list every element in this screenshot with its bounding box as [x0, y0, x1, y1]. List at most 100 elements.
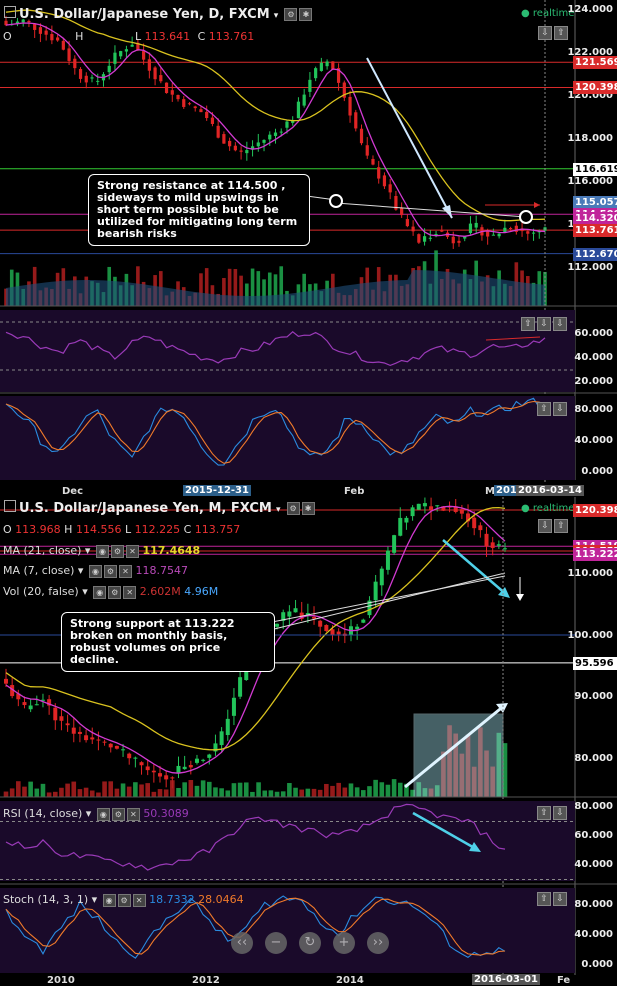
candle-body	[133, 757, 138, 759]
ohlc-high-label: H	[64, 523, 73, 536]
volume-bar	[379, 782, 385, 797]
candle-body	[114, 745, 119, 749]
settings-icon[interactable]: ⚙	[103, 564, 117, 578]
settings-icon[interactable]: ⚙	[111, 807, 125, 821]
candle-body	[287, 611, 292, 617]
candle-body	[285, 121, 289, 128]
chevron-down-icon[interactable]: ▾	[85, 544, 91, 557]
candle-body	[308, 79, 312, 92]
candle-body	[124, 49, 129, 52]
ohlc-close-value: 113.761	[208, 30, 255, 43]
volume-ma-value: 4.96M	[184, 585, 219, 598]
volume-bar	[170, 780, 175, 797]
chevron-down-icon[interactable]: ▾	[276, 505, 281, 515]
candle-body	[96, 80, 100, 82]
volume-highlight-box	[413, 713, 504, 798]
candle-body	[379, 568, 384, 586]
daily-chart-header: U.S. Dollar/Japanese Yen, D, FXCM ▾ ⚙ ✱	[4, 6, 313, 24]
candle-body	[170, 777, 175, 779]
chevron-down-icon[interactable]: ▾	[78, 564, 84, 577]
zoom-in-button[interactable]: +	[333, 932, 355, 954]
candle-body	[22, 702, 27, 706]
stoch-pane-close-icon[interactable]: ⇩	[553, 402, 567, 416]
ohlc-open-label: O	[3, 523, 12, 536]
eye-icon[interactable]: ◉	[88, 564, 102, 578]
rsi-pane-up-icon[interactable]: ⇧	[537, 806, 551, 820]
ohlc-close-value: 113.757	[194, 523, 241, 536]
close-icon[interactable]: ✕	[126, 807, 140, 821]
x-label-2014: 2014	[336, 975, 364, 986]
volume-bar	[28, 781, 33, 797]
candle-body	[361, 619, 366, 623]
stoch-pane-close-icon[interactable]: ⇩	[553, 892, 567, 906]
symbol-menu-icon[interactable]	[4, 6, 16, 18]
settings-icon[interactable]: ⚙	[117, 893, 131, 907]
pane-down-icon[interactable]: ⇩	[538, 519, 552, 533]
candle-body	[486, 231, 490, 237]
rsi-pane-close-icon[interactable]: ⇩	[553, 806, 567, 820]
rsi-tick: 40.000	[574, 859, 613, 870]
stoch-tick: 80.000	[574, 899, 613, 910]
eye-icon[interactable]: ◉	[93, 585, 107, 599]
stoch-pane-up-icon[interactable]: ⇧	[537, 402, 551, 416]
realtime-indicator: ● realtime	[521, 503, 575, 514]
x-highlight-current: 2016-03-01	[472, 974, 540, 985]
gear-icon[interactable]: ✱	[301, 502, 315, 515]
price-tick: 80.000	[574, 753, 613, 764]
settings-icon[interactable]: ⚙	[284, 8, 298, 21]
price-label: 113.222	[573, 548, 617, 562]
ma21-value: 117.4648	[142, 544, 201, 557]
reset-zoom-button[interactable]: ↻	[299, 932, 321, 954]
volume-bar	[59, 787, 64, 797]
daily-chart-pane: U.S. Dollar/Japanese Yen, D, FXCM ▾ ⚙ ✱ ●…	[0, 0, 617, 497]
zoom-out-button[interactable]: −	[265, 932, 287, 954]
eye-icon[interactable]: ◉	[102, 893, 116, 907]
candle-body	[314, 68, 318, 79]
candle-body	[365, 145, 369, 156]
settings-icon[interactable]: ⚙	[110, 544, 124, 558]
close-icon[interactable]: ✕	[118, 564, 132, 578]
candle-body	[459, 509, 464, 514]
close-icon[interactable]: ✕	[125, 544, 139, 558]
rsi-pane-up-icon[interactable]: ⇧	[521, 317, 535, 331]
symbol-menu-icon[interactable]	[4, 500, 16, 512]
volume-bar	[293, 787, 298, 797]
chevron-down-icon[interactable]: ▾	[82, 585, 88, 598]
monthly-ohlc: O 113.968 H 114.556 L 112.225 C 113.757	[3, 523, 240, 536]
daily-chart-title: U.S. Dollar/Japanese Yen, D, FXCM	[19, 7, 270, 22]
x-highlight-date: 2015-12-31	[183, 485, 251, 496]
volume-bar	[157, 789, 163, 797]
candle-body	[33, 23, 37, 30]
stoch-pane-up-icon[interactable]: ⇧	[537, 892, 551, 906]
volume-bar	[77, 789, 83, 797]
close-icon[interactable]: ✕	[132, 893, 146, 907]
candle-body	[139, 762, 144, 766]
chevron-down-icon[interactable]: ▾	[274, 11, 279, 21]
pane-up-icon[interactable]: ⇧	[554, 519, 568, 533]
scroll-left-button[interactable]: ‹‹	[231, 932, 253, 954]
monthly-chart-pane: U.S. Dollar/Japanese Yen, M, FXCM ▾ ⚙ ✱ ●…	[0, 497, 617, 986]
volume-bar	[213, 787, 218, 797]
price-tick: 116.000	[567, 176, 613, 187]
monthly-chart-title: U.S. Dollar/Japanese Yen, M, FXCM	[19, 501, 272, 516]
candle-body	[164, 82, 169, 94]
candle-body	[359, 128, 364, 144]
pane-down-icon[interactable]: ⇩	[538, 26, 552, 40]
candle-body	[34, 704, 39, 706]
eye-icon[interactable]: ◉	[96, 807, 110, 821]
rsi-pane-down-icon[interactable]: ⇩	[537, 317, 551, 331]
settings-icon[interactable]: ⚙	[286, 502, 300, 515]
gear-icon[interactable]: ✱	[299, 8, 313, 21]
price-label: 112.670	[573, 247, 617, 261]
close-icon[interactable]: ✕	[123, 585, 137, 599]
volume-bar	[287, 783, 292, 797]
chevron-down-icon[interactable]: ▾	[92, 893, 98, 906]
settings-icon[interactable]: ⚙	[108, 585, 122, 599]
chevron-down-icon[interactable]: ▾	[86, 807, 92, 820]
eye-icon[interactable]: ◉	[95, 544, 109, 558]
volume-bar	[176, 787, 181, 797]
pane-up-icon[interactable]: ⇧	[554, 26, 568, 40]
rsi-pane-close-icon[interactable]: ⇩	[553, 317, 567, 331]
rsi-value: 50.3089	[143, 807, 189, 820]
scroll-right-button[interactable]: ››	[367, 932, 389, 954]
